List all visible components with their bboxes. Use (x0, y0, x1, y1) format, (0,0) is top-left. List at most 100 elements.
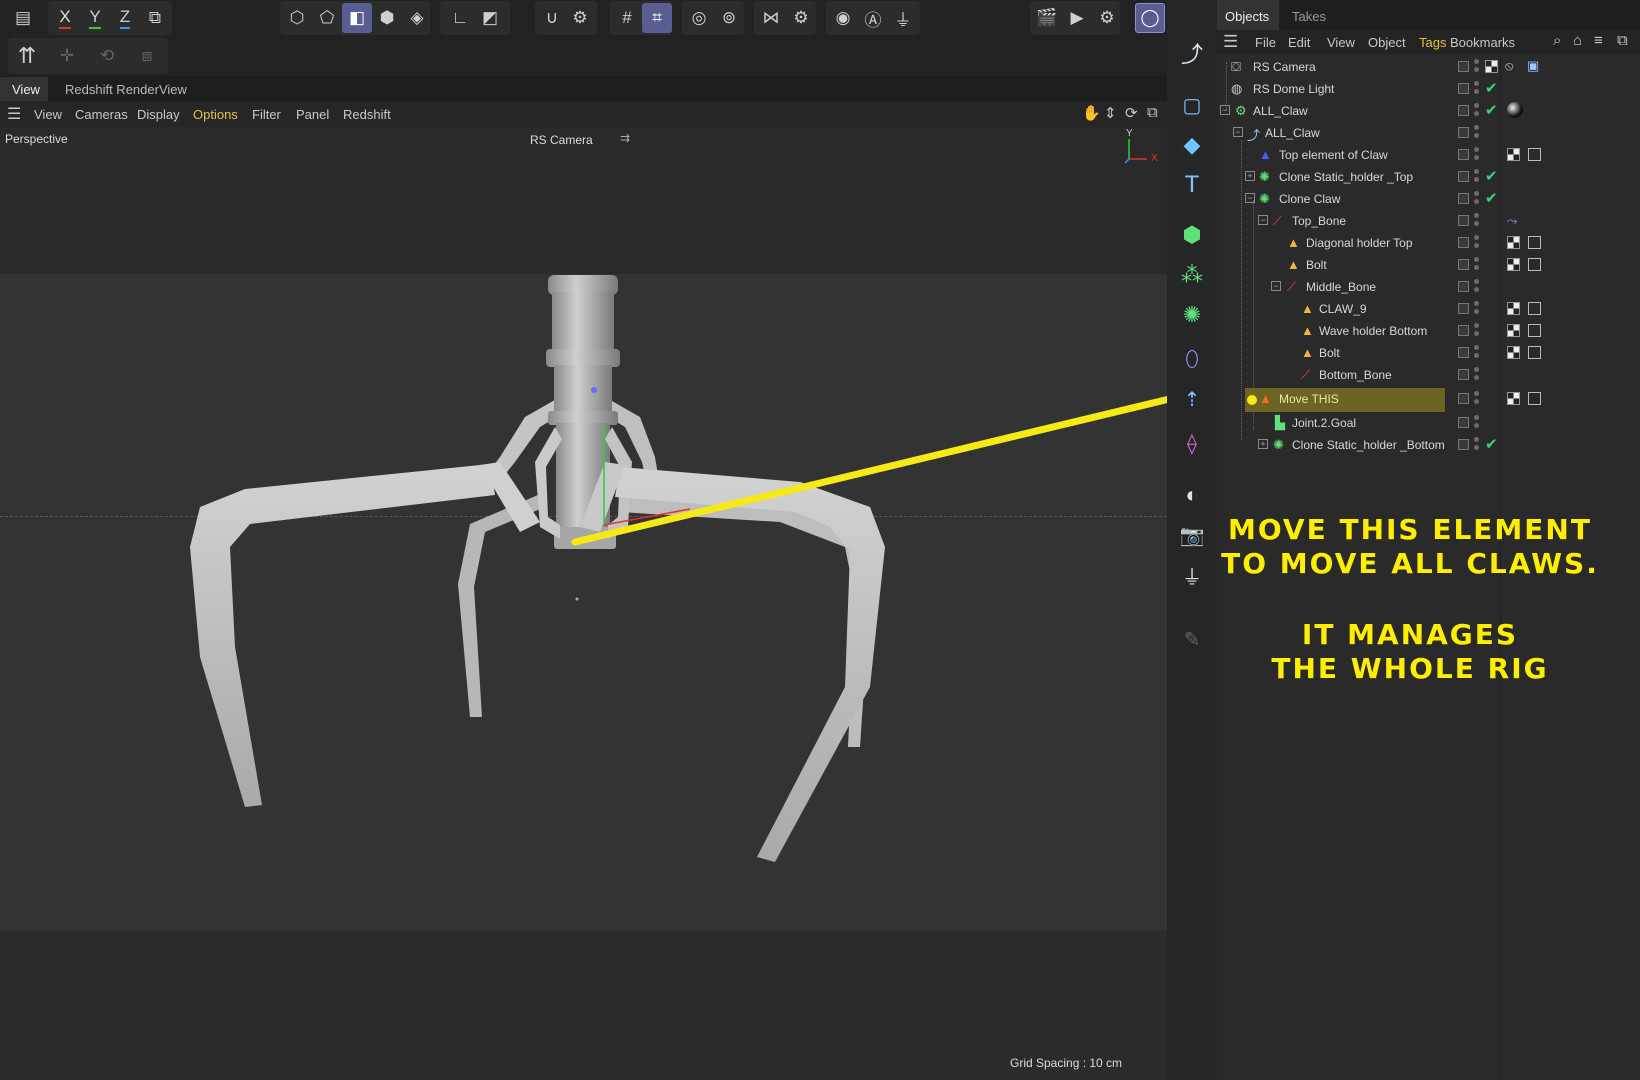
object-row-clone-static-bottom[interactable]: + ✺ Clone Static_holder _Bottom ✔ (1217, 434, 1640, 456)
enabled-check-icon[interactable]: ✔ (1485, 189, 1498, 207)
visibility-dots[interactable] (1474, 59, 1480, 75)
edit-toggle[interactable] (1458, 193, 1469, 204)
edit-toggle[interactable] (1458, 369, 1469, 380)
menu-edit[interactable]: Edit (1288, 35, 1310, 50)
selection-tag-icon[interactable] (1528, 346, 1541, 359)
symmetry-settings-icon[interactable]: ⚙ (786, 3, 816, 33)
orbit-view-icon[interactable]: ⟳ (1125, 104, 1138, 122)
object-row-joint-2-goal[interactable]: ▙ Joint.2.Goal (1217, 412, 1640, 434)
pan-view-icon[interactable]: ✋ (1082, 104, 1101, 122)
visibility-dots[interactable] (1474, 103, 1480, 119)
objects-hamburger-icon[interactable]: ☰ (1223, 32, 1238, 52)
polygons-mode-icon[interactable]: ◧ (342, 3, 372, 33)
null-object-icon[interactable]: ⤴ (1175, 36, 1209, 70)
expand-toggle[interactable]: + (1245, 171, 1255, 181)
selection-tag-icon[interactable] (1528, 258, 1541, 271)
visibility-dots[interactable] (1474, 257, 1480, 273)
menu-tags[interactable]: Tags (1419, 35, 1446, 50)
object-row-bottom-bone[interactable]: ⟋ Bottom_Bone (1217, 364, 1640, 386)
viewport-hamburger-icon[interactable]: ☰ (7, 104, 21, 124)
texture-tag-icon[interactable] (1507, 236, 1520, 249)
snap-settings-icon[interactable]: ⚙ (565, 3, 595, 33)
magnet-snap-icon[interactable]: ∪ (537, 3, 567, 33)
object-row-move-this[interactable]: ▲ Move THIS (1217, 388, 1640, 412)
menu-icon[interactable]: ▤ (8, 3, 38, 33)
selection-tag-icon[interactable] (1528, 392, 1541, 405)
visibility-dots[interactable] (1474, 437, 1480, 453)
redshift-icon[interactable]: ◯ (1135, 3, 1165, 33)
object-row-top-bone[interactable]: − ⟋ Top_Bone ⤳ (1217, 210, 1640, 232)
selection-tag-icon[interactable] (1528, 148, 1541, 161)
menu-redshift[interactable]: Redshift (343, 107, 391, 122)
target-tag-icon[interactable] (1485, 60, 1498, 73)
collapse-toggle[interactable]: − (1220, 105, 1230, 115)
tab-objects[interactable]: Objects (1217, 0, 1279, 30)
collapse-toggle[interactable]: − (1271, 281, 1281, 291)
axis-x-lock-button[interactable]: X (50, 3, 80, 33)
dolly-view-icon[interactable]: ⇕ (1104, 104, 1117, 122)
text-object-icon[interactable]: T (1175, 168, 1209, 202)
object-row-diagonal-holder-top[interactable]: ▲ Diagonal holder Top (1217, 232, 1640, 254)
model-mode-icon[interactable]: ⬢ (372, 3, 402, 33)
environment-icon[interactable]: ◐ (1175, 478, 1209, 512)
visibility-dots[interactable] (1474, 235, 1480, 251)
enabled-check-icon[interactable]: ✔ (1485, 435, 1498, 453)
coordinate-system-icon[interactable]: ⧉ (140, 3, 170, 33)
visibility-dots[interactable] (1474, 279, 1480, 295)
selection-tag-icon[interactable] (1528, 324, 1541, 337)
menu-object[interactable]: Object (1368, 35, 1406, 50)
soft-selection-icon[interactable]: ◎ (684, 3, 714, 33)
object-row-clone-static-top[interactable]: + ✺ Clone Static_holder _Top ✔ (1217, 166, 1640, 188)
menu-bookmarks[interactable]: Bookmarks (1450, 35, 1515, 50)
visibility-dots[interactable] (1474, 81, 1480, 97)
cloner-icon[interactable]: ⁂ (1175, 258, 1209, 292)
texture-tag-icon[interactable] (1507, 346, 1520, 359)
texture-tag-icon[interactable] (1507, 392, 1520, 405)
edit-toggle[interactable] (1458, 127, 1469, 138)
edit-toggle[interactable] (1458, 303, 1469, 314)
object-row-all-claw[interactable]: − ⚙ ALL_Claw ✔ (1217, 100, 1640, 122)
edit-toggle[interactable] (1458, 105, 1469, 116)
collapse-toggle[interactable]: − (1233, 127, 1243, 137)
visibility-dots[interactable] (1474, 323, 1480, 339)
expand-toggle[interactable]: + (1258, 439, 1268, 449)
edit-toggle[interactable] (1458, 237, 1469, 248)
maximize-view-icon[interactable]: ⧉ (1147, 104, 1158, 121)
edit-toggle[interactable] (1458, 347, 1469, 358)
edit-toggle[interactable] (1458, 325, 1469, 336)
visibility-dots[interactable] (1474, 367, 1480, 383)
visibility-dots[interactable] (1474, 125, 1480, 141)
visibility-dots[interactable] (1474, 301, 1480, 317)
menu-panel[interactable]: Panel (296, 107, 329, 122)
menu-display[interactable]: Display (137, 107, 180, 122)
object-row-rs-camera[interactable]: ⛋ RS Camera ⦸ ▣ (1217, 56, 1640, 78)
edit-toggle[interactable] (1458, 215, 1469, 226)
collapse-toggle[interactable]: − (1245, 193, 1255, 203)
axis-y-lock-button[interactable]: Y (80, 3, 110, 33)
visibility-dots[interactable] (1474, 191, 1480, 207)
new-window-icon[interactable]: ⧉ (1617, 32, 1628, 49)
ik-tag-icon[interactable]: ⤳ (1507, 213, 1517, 229)
object-row-rs-dome-light[interactable]: ◍ RS Dome Light ✔ (1217, 78, 1640, 100)
selection-tag-icon[interactable] (1528, 302, 1541, 315)
field-icon[interactable]: ⇡ (1175, 382, 1209, 416)
search-icon[interactable]: ⌕ (1553, 32, 1561, 49)
texture-mode-icon[interactable]: ◈ (402, 3, 432, 33)
menu-file[interactable]: File (1255, 35, 1276, 50)
edit-toggle[interactable] (1458, 149, 1469, 160)
object-row-clone-claw[interactable]: − ✺ Clone Claw ✔ (1217, 188, 1640, 210)
plugin-icon[interactable]: ⏚ (888, 3, 918, 33)
tab-takes[interactable]: Takes (1292, 9, 1326, 24)
auto-keying-icon[interactable]: Ⓐ (858, 3, 888, 33)
grid-snap-icon[interactable]: ⌗ (642, 3, 672, 33)
texture-tag-icon[interactable] (1507, 258, 1520, 271)
claw-model[interactable] (0, 127, 1167, 1080)
enabled-check-icon[interactable]: ✔ (1485, 167, 1498, 185)
object-row-wave-holder-bottom[interactable]: ▲ Wave holder Bottom (1217, 320, 1640, 342)
selection-tag-icon[interactable] (1528, 236, 1541, 249)
texture-tag-icon[interactable] (1507, 302, 1520, 315)
cube-outline-icon[interactable]: ▢ (1175, 88, 1209, 122)
texture-tag-icon[interactable] (1507, 324, 1520, 337)
menu-options[interactable]: Options (193, 107, 238, 122)
move-up-axis-icon[interactable]: ⇈ (12, 41, 42, 71)
